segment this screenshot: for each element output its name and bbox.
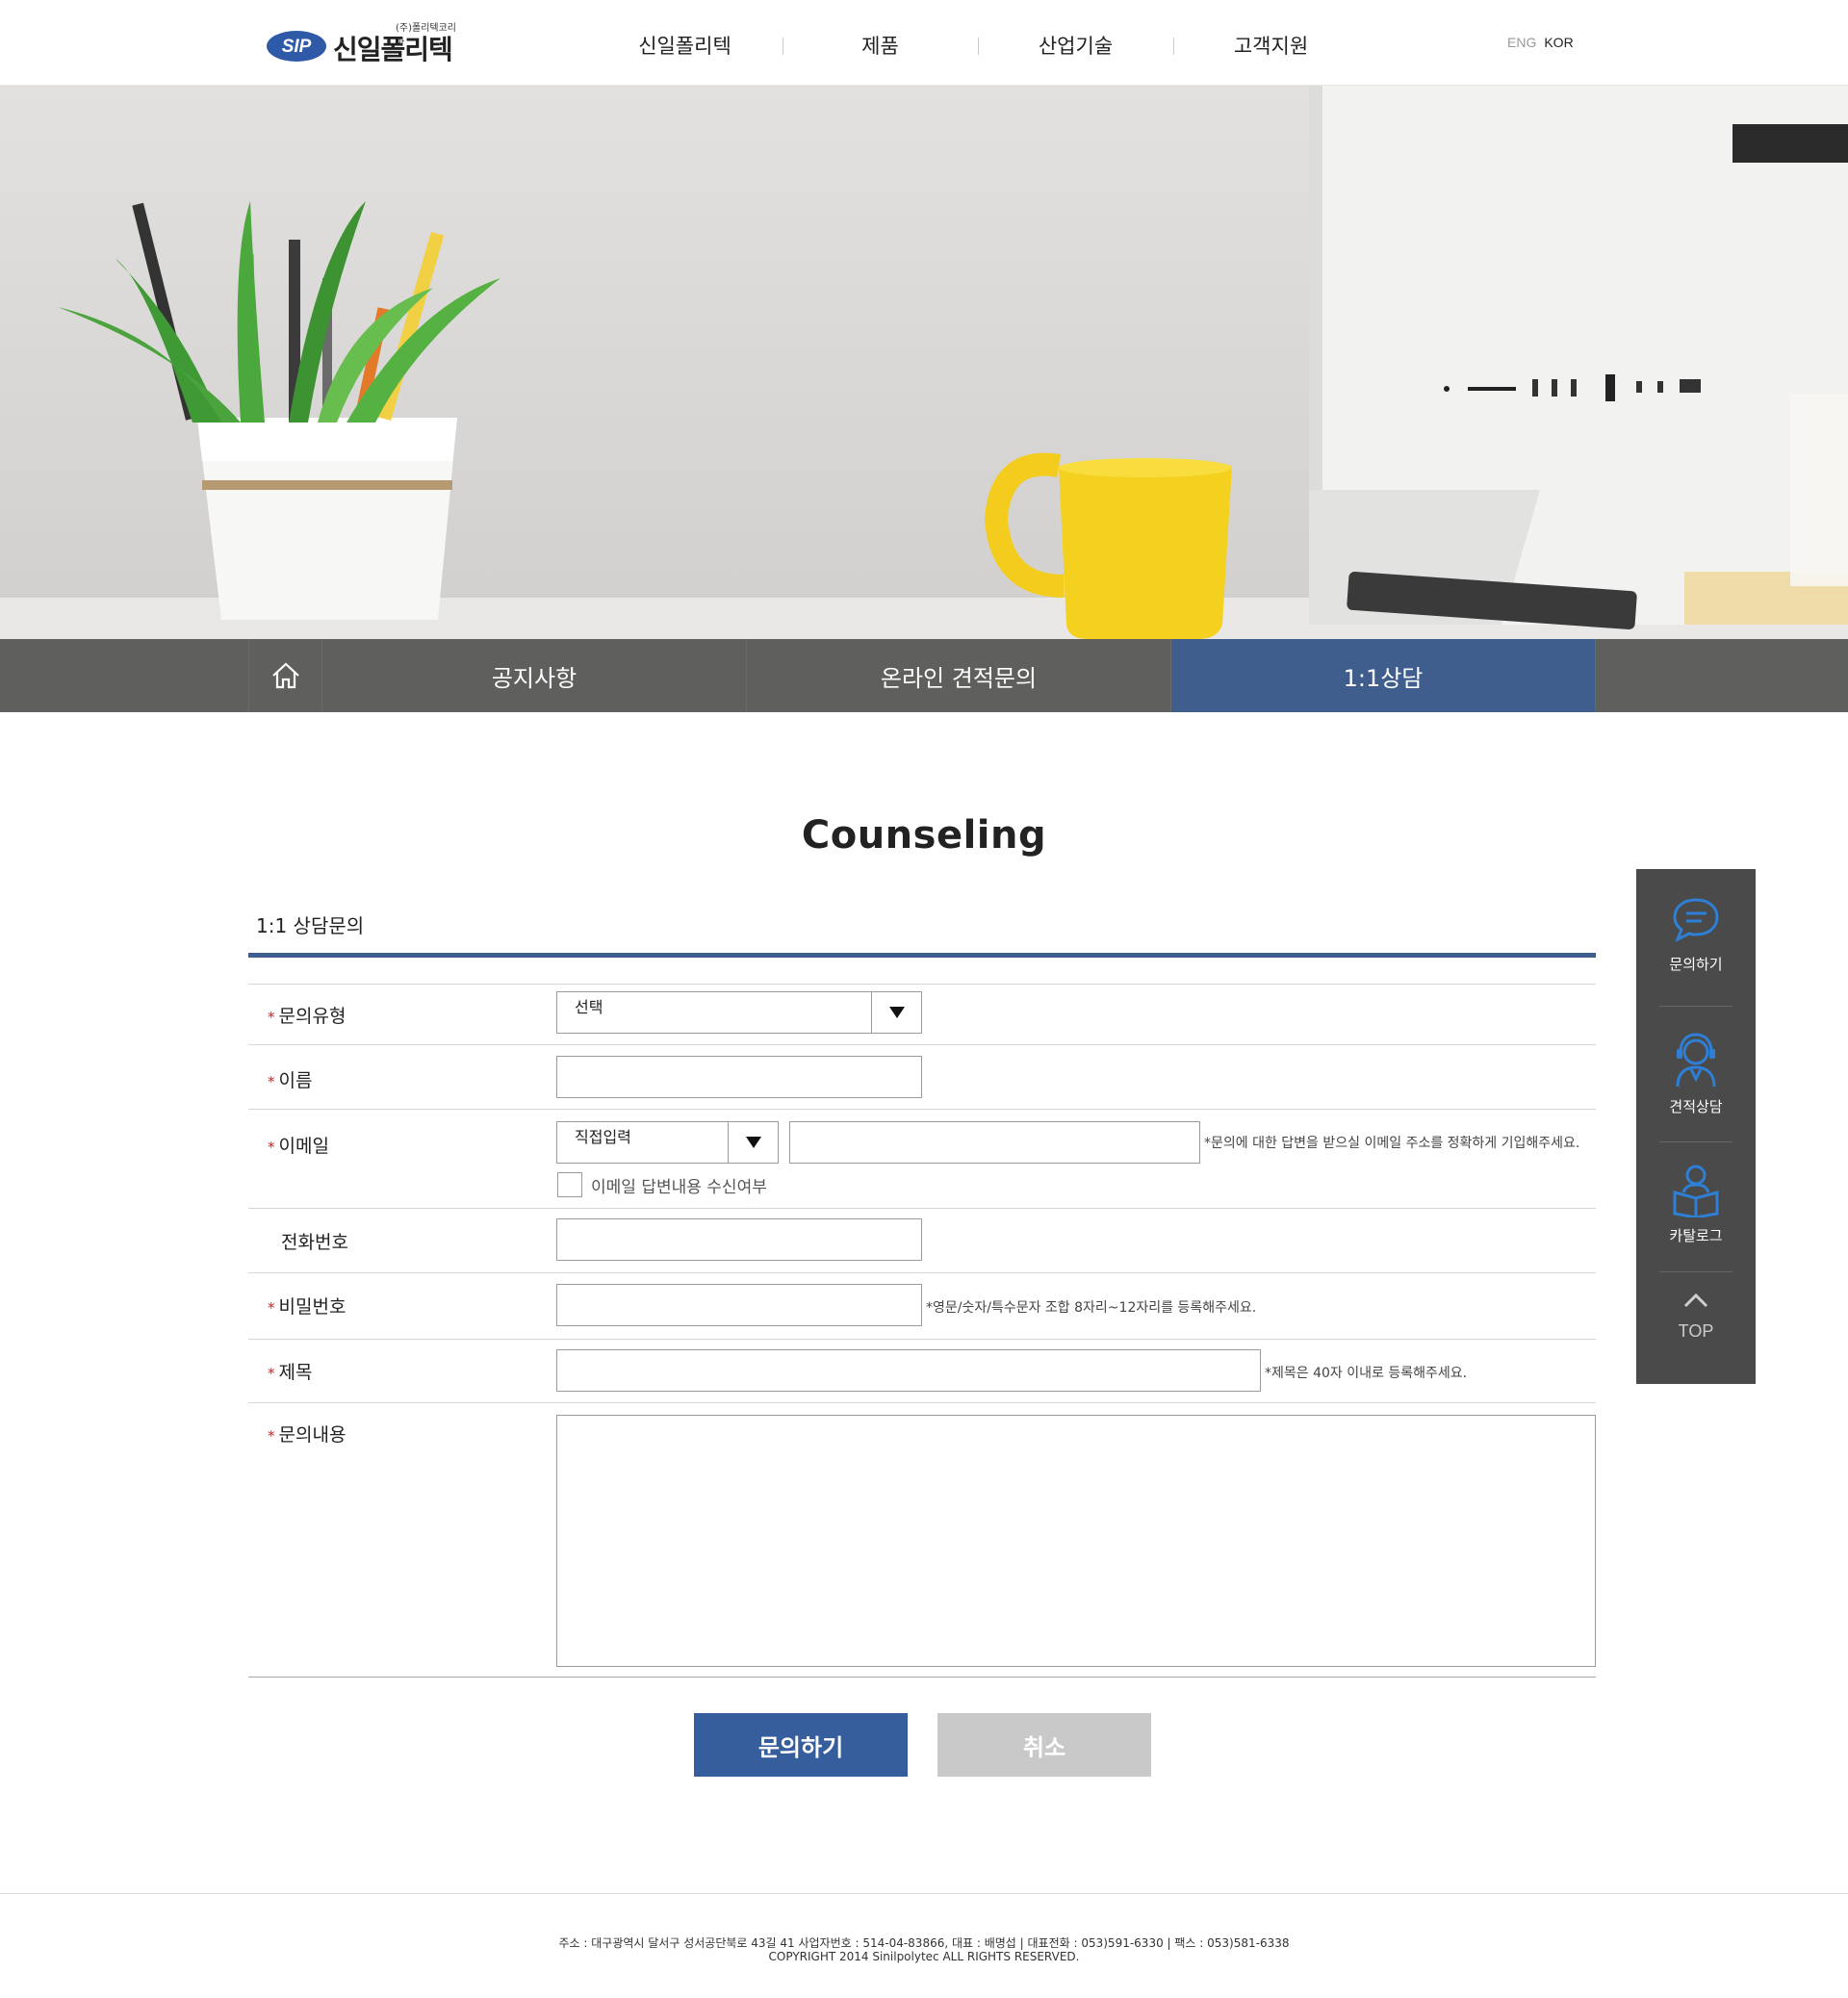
svg-text:SIP: SIP [282, 37, 312, 57]
section-title: 1:1 상담문의 [256, 914, 365, 937]
quick-catalog-button[interactable]: 카탈로그 [1636, 1164, 1756, 1245]
form-row-phone: 전화번호 [248, 1208, 1596, 1272]
password-input[interactable] [556, 1284, 922, 1326]
required-mark: * [268, 1365, 275, 1382]
quick-menu: 문의하기 견적상담 카탈로그 TOP [1636, 869, 1756, 1384]
quick-catalog-label: 카탈로그 [1669, 1227, 1723, 1244]
sub-navigation: 공지사항 온라인 견적문의 1:1상담 [0, 639, 1848, 712]
required-mark: * [268, 1427, 275, 1445]
quick-inquiry-label: 문의하기 [1669, 956, 1723, 973]
hero-banner [0, 86, 1848, 711]
headset-agent-icon [1676, 1033, 1716, 1088]
scroll-top-button[interactable]: TOP [1636, 1291, 1756, 1342]
logo-text: 신일폴리텍 [333, 34, 453, 65]
email-domain-select[interactable]: 직접입력 [556, 1121, 779, 1164]
required-mark: * [268, 1139, 275, 1156]
form-row-email: * 이메일 직접입력 *문의에 대한 답변을 받으실 이메일 주소를 정확하게 기… [248, 1109, 1596, 1208]
email-label: * 이메일 [268, 1132, 329, 1158]
phone-label: 전화번호 [281, 1232, 348, 1253]
required-mark: * [268, 1009, 275, 1026]
password-hint: *영문/숫자/특수문자 조합 8자리~12자리를 등록해주세요. [926, 1300, 1257, 1316]
name-label: * 이름 [268, 1066, 312, 1092]
section-divider [248, 953, 1596, 958]
cancel-button[interactable]: 취소 [937, 1713, 1151, 1777]
inquiry-type-value: 선택 [575, 998, 603, 1016]
hero-illustration [0, 86, 1848, 711]
email-label-text: 이메일 [278, 1136, 329, 1157]
form-row-subject: * 제목 *제목은 40자 이내로 등록해주세요. [248, 1339, 1596, 1402]
content-label: * 문의내용 [268, 1421, 346, 1447]
submit-button[interactable]: 문의하기 [694, 1713, 908, 1777]
nav-divider [978, 38, 979, 55]
form-row-name: * 이름 [248, 1044, 1596, 1109]
language-switcher: ENG KOR [1507, 35, 1581, 50]
email-receive-label: 이메일 답변내용 수신여부 [591, 1178, 767, 1197]
password-label-text: 비밀번호 [278, 1296, 346, 1318]
email-receive-checkbox[interactable] [557, 1172, 582, 1197]
chevron-down-icon [871, 992, 921, 1033]
quick-divider [1659, 1141, 1732, 1142]
subject-label-text: 제목 [278, 1362, 313, 1383]
required-mark: * [268, 1299, 275, 1317]
lang-kor-link[interactable]: KOR [1544, 35, 1573, 50]
inquiry-type-select[interactable]: 선택 [556, 991, 922, 1034]
nav-divider [1173, 38, 1174, 55]
tab-online-quote[interactable]: 온라인 견적문의 [747, 639, 1171, 712]
password-label: * 비밀번호 [268, 1293, 346, 1319]
form-row-content: * 문의내용 [248, 1402, 1596, 1678]
plant-pot [58, 201, 500, 620]
name-label-text: 이름 [278, 1070, 313, 1091]
tab-notice[interactable]: 공지사항 [322, 639, 747, 712]
form-row-inquiry-type: * 문의유형 선택 [248, 984, 1596, 1044]
footer-copyright: COPYRIGHT 2014 Sinilpolytec ALL RIGHTS R… [768, 1950, 1080, 1963]
lang-eng-link[interactable]: ENG [1507, 35, 1536, 50]
subject-input[interactable] [556, 1349, 1261, 1392]
quick-divider [1659, 1271, 1732, 1272]
quick-inquiry-button[interactable]: 문의하기 [1636, 896, 1756, 974]
quick-quote-label: 견적상담 [1669, 1098, 1723, 1115]
logo-badge: SIP [267, 31, 326, 62]
quick-quote-button[interactable]: 견적상담 [1636, 1031, 1756, 1116]
email-hint: *문의에 대한 답변을 받으실 이메일 주소를 정확하게 기입해주세요. [1204, 1136, 1580, 1151]
nav-item-technology[interactable]: 산업기술 [978, 27, 1173, 65]
home-button[interactable] [249, 639, 322, 712]
required-mark: * [268, 1073, 275, 1090]
inquiry-type-label: * 문의유형 [268, 1002, 346, 1028]
phone-input[interactable] [556, 1218, 922, 1261]
scroll-top-label: TOP [1678, 1321, 1714, 1341]
email-domain-value: 직접입력 [575, 1128, 631, 1146]
site-header: SIP (주)폴리텍코리아 신일폴리텍 신일폴리텍 제품 산업기술 고객지원 E… [0, 0, 1848, 86]
chevron-up-icon [1683, 1293, 1708, 1308]
name-input[interactable] [556, 1056, 922, 1098]
nav-item-products[interactable]: 제품 [783, 27, 978, 65]
inquiry-type-label-text: 문의유형 [278, 1006, 346, 1027]
nav-item-company[interactable]: 신일폴리텍 [587, 27, 783, 65]
main-nav: 신일폴리텍 제품 산업기술 고객지원 [587, 27, 1369, 65]
content-textarea[interactable] [556, 1415, 1596, 1667]
subject-label: * 제목 [268, 1358, 312, 1384]
chevron-down-icon [728, 1122, 778, 1163]
form-row-password: * 비밀번호 *영문/숫자/특수문자 조합 8자리~12자리를 등록해주세요. [248, 1272, 1596, 1339]
subject-hint: *제목은 40자 이내로 등록해주세요. [1265, 1366, 1468, 1381]
page-title: Counseling [801, 813, 1047, 858]
chat-bubble-icon [1673, 898, 1719, 943]
monitor [1309, 86, 1848, 625]
email-input[interactable] [789, 1121, 1200, 1164]
nav-item-support[interactable]: 고객지원 [1173, 27, 1369, 65]
site-logo[interactable]: SIP (주)폴리텍코리아 신일폴리텍 [266, 19, 458, 65]
reading-book-icon [1673, 1165, 1719, 1219]
site-footer: 주소 : 대구광역시 달서구 성서공단북로 43길 41 사업자번호 : 514… [0, 1893, 1848, 1998]
footer-address: 주소 : 대구광역시 달서구 성서공단북로 43길 41 사업자번호 : 514… [558, 1936, 1290, 1950]
content-label-text: 문의내용 [278, 1424, 346, 1446]
home-icon [271, 662, 299, 689]
tab-one-on-one[interactable]: 1:1상담 [1171, 639, 1596, 712]
quick-divider [1659, 1006, 1732, 1007]
